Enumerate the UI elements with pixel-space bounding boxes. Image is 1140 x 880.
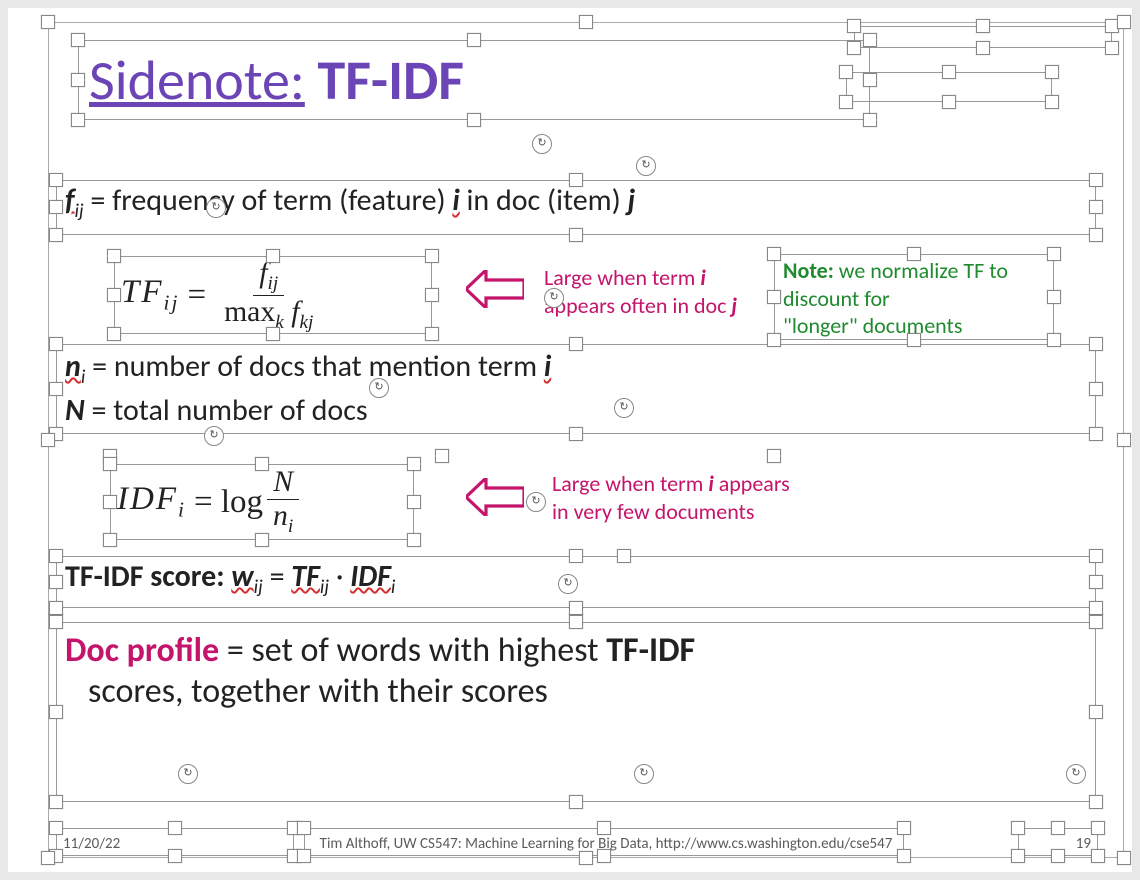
footer-date: 11/20/22 [63,835,120,853]
normalize-note: Note: we normalize TF to discount for "l… [775,255,1053,342]
rotate-handle-icon[interactable] [558,574,578,594]
rotate-handle-icon[interactable] [532,134,552,154]
rotate-handle-icon[interactable] [369,378,389,398]
doc-profile-textbox[interactable]: Doc profile = set of words with highest … [56,622,1096,802]
ni-textbox[interactable]: ni = number of docs that mention term i … [56,344,1096,434]
rotate-handle-icon[interactable] [206,198,226,218]
title-sidenote: Sidenote: [89,47,305,115]
rotate-handle-icon[interactable] [204,426,224,446]
rotate-handle-icon[interactable] [526,492,546,512]
title-textbox[interactable]: Sidenote: TF-IDF [78,40,870,120]
slide-canvas: Sidenote: TF-IDF fij = frequency of term… [8,8,1132,872]
tf-note: Large when term i appears often in doc j [536,262,772,321]
rotate-handle-icon[interactable] [1066,764,1086,784]
footer-page: 19 [1076,835,1091,853]
idf-equation-box[interactable]: IDFi = log N ni [110,464,414,540]
idf-equation: IDFi = log N ni [111,465,413,539]
rotate-handle-icon[interactable] [544,288,564,308]
tf-note-textbox[interactable]: Large when term i appears often in doc j [536,262,772,324]
rotate-handle-icon[interactable] [178,764,198,784]
rotate-handle-icon[interactable] [636,156,656,176]
idf-note: Large when term i appears in very few do… [544,468,824,527]
tf-equation-box[interactable]: TFij = fij maxk fkj [114,256,432,334]
idf-note-textbox[interactable]: Large when term i appears in very few do… [544,468,824,530]
arrow-left-icon [466,270,524,313]
rotate-handle-icon[interactable] [614,398,634,418]
tf-equation: TFij = fij maxk fkj [115,257,431,333]
doc-profile: Doc profile = set of words with highest … [57,623,1095,715]
title-tfidf: TF-IDF [318,47,465,115]
slide-title: Sidenote: TF-IDF [79,41,869,115]
ni-definition: ni = number of docs that mention term i [57,345,1095,391]
normalize-note-textbox[interactable]: Note: we normalize TF to discount for "l… [774,254,1054,340]
arrow-left-icon [466,478,524,521]
rotate-handle-icon[interactable] [634,764,654,784]
